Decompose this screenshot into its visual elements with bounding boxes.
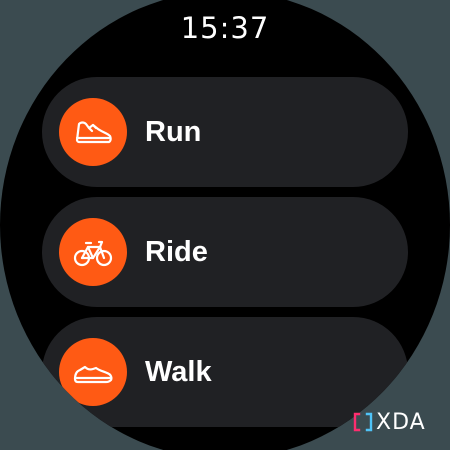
device-frame: 15:37 Run Ride Walk XDA	[0, 0, 450, 450]
xda-watermark: XDA	[352, 409, 426, 435]
shoe-icon	[75, 121, 112, 144]
activity-label-run: Run	[145, 116, 202, 148]
xda-logo-icon	[353, 412, 373, 432]
activity-label-ride: Ride	[145, 236, 208, 268]
watermark-text: XDA	[376, 409, 426, 435]
ride-icon-badge	[59, 218, 127, 286]
activity-chip-run[interactable]: Run	[42, 77, 408, 187]
sneaker-icon	[73, 365, 113, 384]
watch-screen: 15:37 Run Ride Walk	[0, 0, 450, 450]
bicycle-icon	[73, 240, 113, 267]
activity-label-walk: Walk	[145, 356, 212, 388]
run-icon-badge	[59, 98, 127, 166]
activity-chip-ride[interactable]: Ride	[42, 197, 408, 307]
status-time: 15:37	[180, 11, 270, 45]
activity-list[interactable]: Run Ride Walk	[42, 77, 408, 437]
walk-icon-badge	[59, 338, 127, 406]
